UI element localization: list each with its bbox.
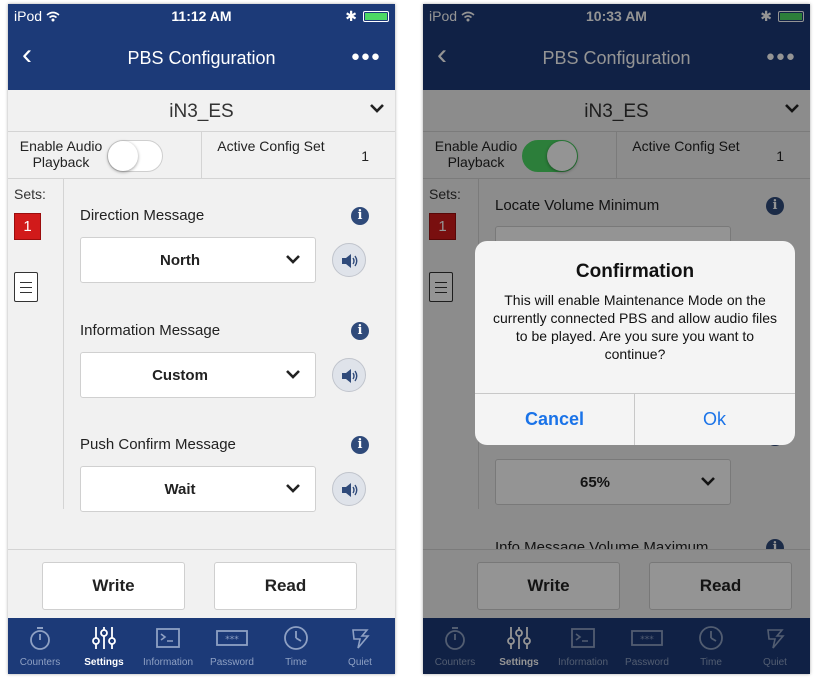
sidebar-divider	[63, 179, 64, 509]
cancel-button[interactable]: Cancel	[475, 394, 634, 445]
information-message-value: Custom	[152, 367, 208, 384]
quiet-icon	[352, 629, 370, 649]
read-button[interactable]: Read	[214, 562, 357, 610]
tab-bar: Counters Settings Information *** Passwo…	[8, 618, 395, 674]
tab-label: Quiet	[348, 657, 372, 668]
tab-label: Settings	[84, 657, 124, 668]
tab-label: Counters	[19, 657, 61, 668]
device-name: iN3_ES	[169, 101, 234, 122]
battery-icon	[363, 11, 389, 22]
document-icon[interactable]	[14, 272, 38, 302]
device-selector[interactable]: iN3_ES	[8, 90, 395, 132]
tab-quiet[interactable]: Quiet	[328, 618, 392, 674]
sliders-icon	[92, 627, 116, 649]
push-confirm-message-label: Push Confirm Message	[80, 436, 236, 453]
terminal-icon	[156, 628, 180, 648]
chevron-down-icon	[286, 255, 300, 264]
dialog-title: Confirmation	[575, 261, 695, 282]
direction-message-label: Direction Message	[80, 207, 205, 224]
tab-label: Time	[285, 657, 307, 668]
active-config-value: 1	[361, 148, 369, 164]
direction-message-select[interactable]: North	[80, 237, 316, 283]
tab-counters[interactable]: Counters	[8, 618, 72, 674]
enable-audio-toggle[interactable]	[107, 140, 163, 172]
speaker-icon[interactable]	[332, 358, 366, 392]
stopwatch-icon	[30, 627, 50, 650]
push-confirm-message-value: Wait	[164, 481, 196, 498]
more-options-icon[interactable]: ●●●	[351, 48, 381, 65]
info-icon[interactable]: i	[351, 322, 369, 340]
info-icon[interactable]: i	[351, 436, 369, 454]
status-time: 11:12 AM	[171, 8, 232, 24]
nav-title: PBS Configuration	[127, 48, 276, 68]
password-icon: ***	[216, 630, 248, 646]
tab-information[interactable]: Information	[136, 618, 200, 674]
set-1-button[interactable]: 1	[14, 213, 41, 240]
information-message-label: Information Message	[80, 322, 221, 339]
direction-message-value: North	[160, 252, 200, 269]
action-buttons: Write Read	[8, 550, 395, 618]
enable-audio-label: Enable Audio Playback	[19, 138, 103, 170]
chevron-down-icon	[286, 370, 300, 379]
navigation-bar: ‹ PBS Configuration ●●●	[8, 28, 395, 90]
speaker-icon[interactable]	[332, 472, 366, 506]
speaker-icon[interactable]	[332, 243, 366, 277]
push-confirm-message-select[interactable]: Wait	[80, 466, 316, 512]
information-message-select[interactable]: Custom	[80, 352, 316, 398]
write-button[interactable]: Write	[42, 562, 185, 610]
config-row: Enable Audio Playback Active Config Set …	[8, 132, 395, 179]
status-bar: iPod 11:12 AM ✱	[8, 4, 395, 28]
phone-screen-settings: iPod 11:12 AM ✱ ‹ PBS Configuration ●●● …	[8, 4, 395, 674]
toggle-knob	[108, 141, 138, 171]
tab-settings[interactable]: Settings	[72, 618, 136, 674]
tab-label: Information	[142, 657, 194, 668]
dialog-message: This will enable Maintenance Mode on the…	[492, 292, 778, 362]
tab-label: Password	[210, 657, 254, 668]
chevron-down-icon	[370, 104, 384, 113]
ok-button[interactable]: Ok	[635, 394, 794, 445]
bluetooth-icon: ✱	[345, 8, 357, 24]
tab-time[interactable]: Time	[264, 618, 328, 674]
status-right: ✱	[345, 8, 389, 25]
chevron-down-icon	[286, 484, 300, 493]
info-icon[interactable]: i	[351, 207, 369, 225]
clock-icon	[284, 626, 308, 650]
phone-screen-confirmation: iPod 10:33 AM ✱ ‹ PBS Configuration ●●● …	[423, 4, 810, 674]
sets-label: Sets:	[14, 186, 46, 202]
confirmation-dialog: Confirmation This will enable Maintenanc…	[475, 241, 795, 445]
svg-text:***: ***	[225, 635, 239, 645]
divider	[201, 132, 202, 179]
active-config-label: Active Config Set	[217, 138, 325, 154]
tab-password[interactable]: *** Password	[200, 618, 264, 674]
